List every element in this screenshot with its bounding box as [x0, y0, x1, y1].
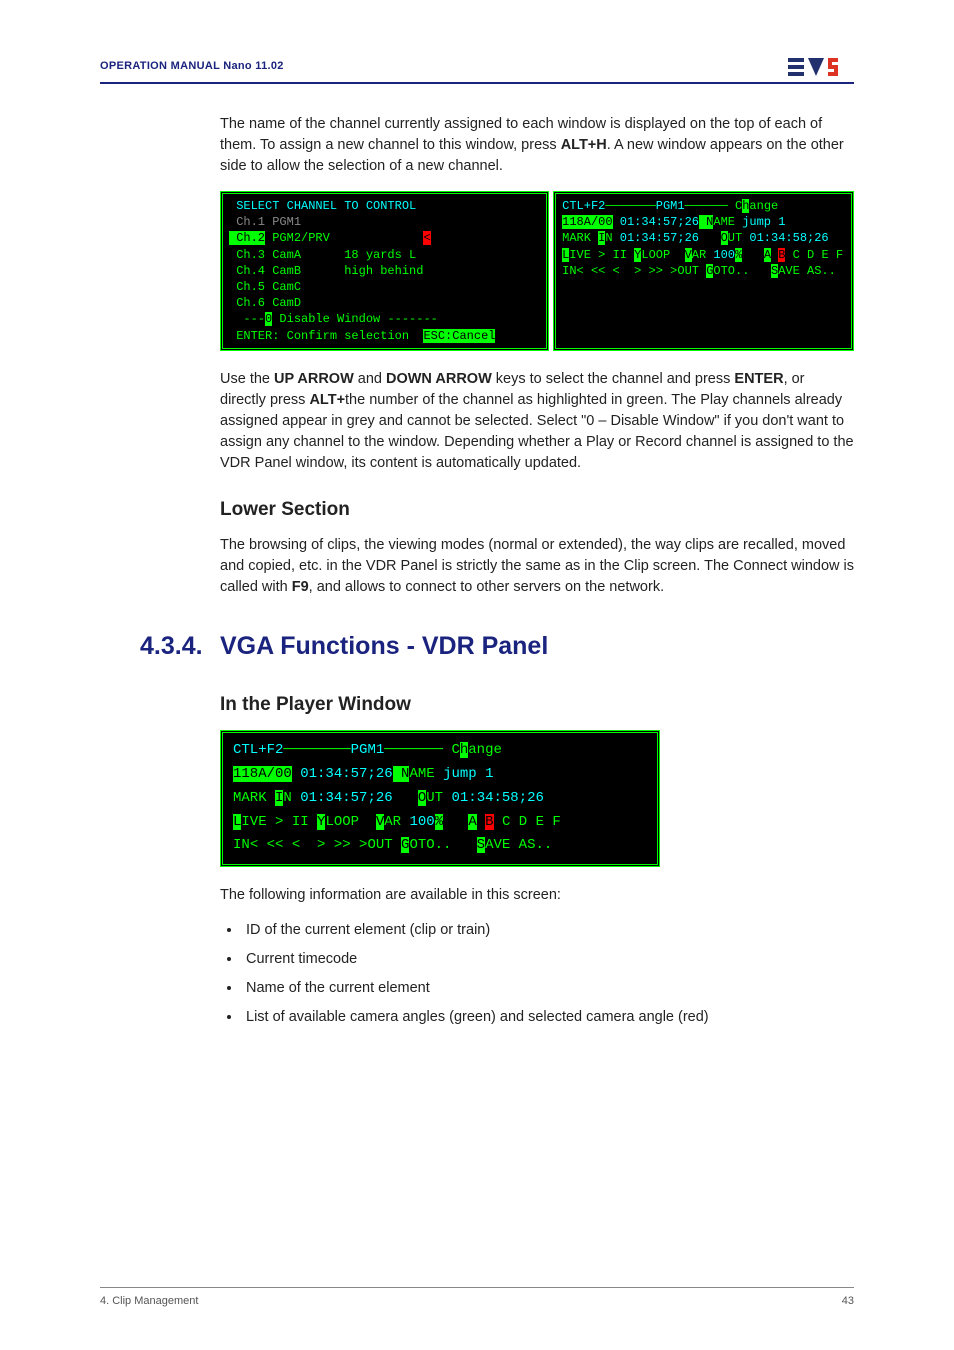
player-window-heading: In the Player Window: [220, 691, 854, 719]
list-item: Current timecode: [242, 949, 854, 970]
vdr-player-panel-large: CTL+F2────────PGM1─────── Change 118A/00…: [220, 730, 660, 867]
section-heading-434: 4.3.4. VGA Functions - VDR Panel: [140, 628, 854, 664]
section-title: VGA Functions - VDR Panel: [220, 628, 548, 664]
footer-section: 4. Clip Management: [100, 1294, 198, 1310]
footer-page-number: 43: [842, 1294, 854, 1310]
key-up-arrow: UP ARROW: [274, 371, 354, 387]
list-item: List of available camera angles (green) …: [242, 1007, 854, 1028]
info-bullet-list: ID of the current element (clip or train…: [242, 920, 854, 1028]
manual-title: OPERATION MANUAL Nano 11.02: [100, 59, 284, 75]
select-channel-panel: SELECT CHANNEL TO CONTROL Ch.1 PGM1 Ch.2…: [220, 191, 549, 351]
key-down-arrow: DOWN ARROW: [386, 371, 492, 387]
intro-paragraph: The name of the channel currently assign…: [220, 114, 854, 177]
lower-section-heading: Lower Section: [220, 496, 854, 524]
list-item: ID of the current element (clip or train…: [242, 920, 854, 941]
terminal-dual-panel: SELECT CHANNEL TO CONTROL Ch.1 PGM1 Ch.2…: [220, 191, 854, 351]
instruction-paragraph: Use the UP ARROW and DOWN ARROW keys to …: [220, 369, 854, 474]
list-item: Name of the current element: [242, 978, 854, 999]
key-alt-h: ALT+H: [561, 137, 607, 153]
evs-logo: [788, 56, 854, 78]
section-number: 4.3.4.: [140, 628, 220, 664]
page-header: OPERATION MANUAL Nano 11.02: [100, 56, 854, 84]
key-f9: F9: [292, 579, 309, 595]
info-intro: The following information are available …: [220, 885, 854, 906]
page-footer: 4. Clip Management 43: [100, 1287, 854, 1310]
key-alt-plus: ALT+: [309, 392, 345, 408]
key-enter: ENTER: [734, 371, 783, 387]
vdr-player-panel-small: CTL+F2───────PGM1────── Change 118A/00 0…: [553, 191, 854, 351]
lower-section-paragraph: The browsing of clips, the viewing modes…: [220, 535, 854, 598]
